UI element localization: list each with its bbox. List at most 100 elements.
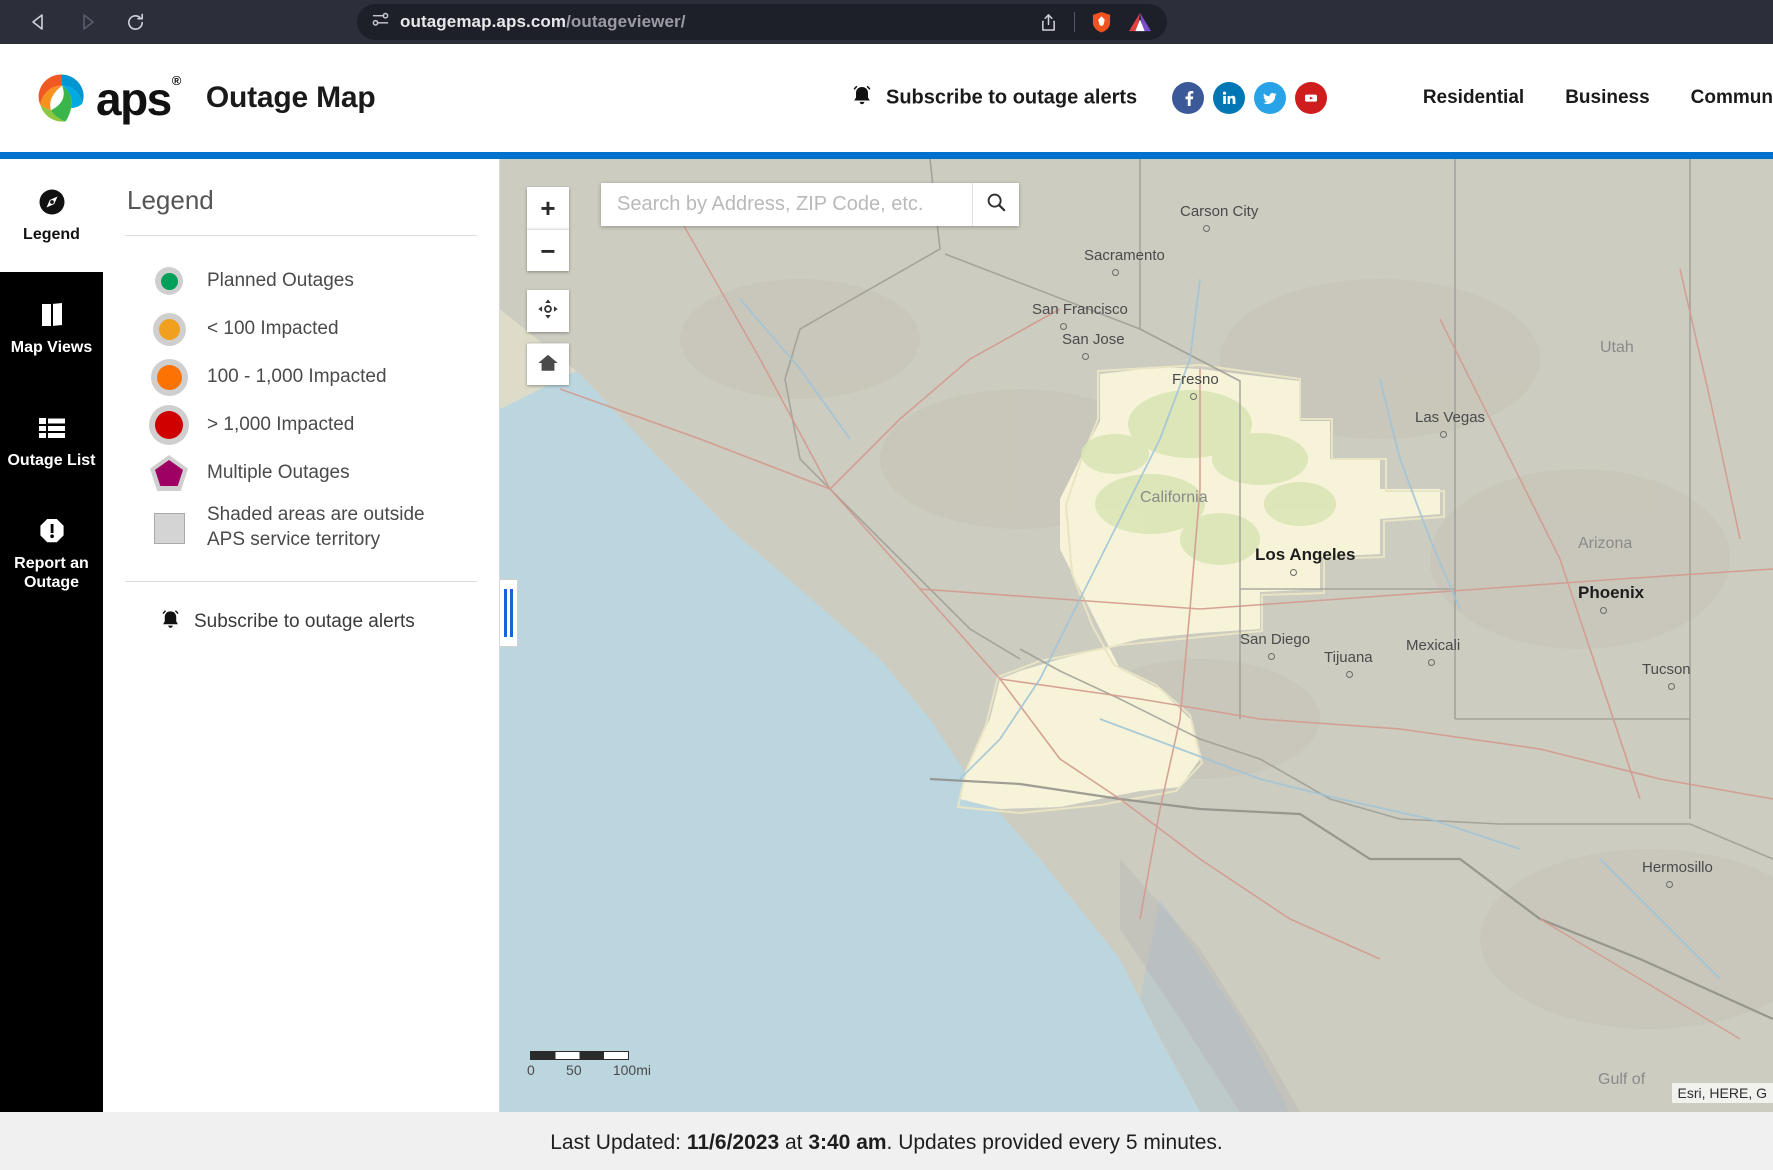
map-label: Arizona bbox=[1578, 535, 1633, 552]
legend-item-label: Shaded areas are outside APS service ter… bbox=[207, 504, 425, 550]
legend-item-label: 100 - 1,000 Impacted bbox=[207, 365, 387, 387]
legend-item-multiple-outages: Multiple Outages bbox=[103, 449, 499, 497]
map-label: Carson City bbox=[1180, 203, 1259, 220]
sidebar-item-label: Report an Outage bbox=[14, 555, 89, 591]
nav-community[interactable]: Commun bbox=[1691, 87, 1773, 109]
sidebar-filler bbox=[0, 611, 103, 1112]
site-settings-icon[interactable] bbox=[371, 10, 390, 34]
legend-title: Legend bbox=[127, 185, 214, 215]
map-label: Mexicali bbox=[1406, 637, 1461, 654]
map-label: Los Angeles bbox=[1255, 545, 1356, 564]
facebook-icon[interactable] bbox=[1172, 82, 1204, 114]
legend-item-label: > 1,000 Impacted bbox=[207, 413, 355, 435]
scalebar-mid: 50 bbox=[566, 1062, 582, 1078]
map-label: Fresno bbox=[1172, 371, 1219, 388]
aps-pinwheel-icon bbox=[33, 70, 89, 126]
sidebar-item-label: Outage List bbox=[7, 451, 96, 469]
city-dot bbox=[1346, 671, 1353, 678]
status-prefix: Last Updated: bbox=[550, 1131, 682, 1154]
share-icon[interactable] bbox=[1035, 9, 1061, 35]
legend-item-planned-outages: Planned Outages bbox=[103, 257, 499, 305]
nav-business[interactable]: Business bbox=[1565, 87, 1649, 109]
status-date: 11/6/2023 bbox=[686, 1131, 780, 1154]
sidebar-item-map-views[interactable]: Map Views bbox=[0, 272, 103, 385]
social-links bbox=[1172, 82, 1327, 114]
home-button[interactable] bbox=[527, 343, 569, 385]
zoom-controls: + − bbox=[527, 187, 569, 271]
map-label: Las Vegas bbox=[1415, 409, 1486, 426]
alert-octagon-icon bbox=[38, 516, 66, 546]
site-header: aps® Outage Map Subscribe to outage aler… bbox=[0, 44, 1773, 152]
map-viewport[interactable]: Utah Colorado California Arizona New Mex… bbox=[500, 159, 1773, 1112]
map-label: Hermosillo bbox=[1642, 859, 1713, 876]
legend-item-over-1000: > 1,000 Impacted bbox=[103, 401, 499, 449]
sidebar-rail: Legend Map Views Outage List Report an O… bbox=[0, 159, 103, 1112]
map-attribution: Esri, HERE, G bbox=[1671, 1083, 1773, 1103]
map-search[interactable] bbox=[601, 183, 1019, 226]
city-dot bbox=[1082, 353, 1089, 360]
legend-items: Planned Outages < 100 Impacted 100 - 1,0… bbox=[103, 236, 499, 559]
legend-item-label: < 100 Impacted bbox=[207, 317, 339, 339]
map-scalebar: 0 50 100mi bbox=[527, 1051, 651, 1078]
legend-item-shaded-areas: Shaded areas are outside APS service ter… bbox=[103, 497, 499, 559]
status-suffix: . Updates provided every 5 minutes. bbox=[886, 1131, 1223, 1154]
map-label: San Jose bbox=[1062, 331, 1125, 348]
map-label: Tijuana bbox=[1324, 649, 1373, 666]
youtube-icon[interactable] bbox=[1295, 82, 1327, 114]
panel-resize-handle[interactable] bbox=[500, 579, 518, 647]
zoom-in-button[interactable]: + bbox=[527, 187, 569, 229]
address-bar[interactable]: outagemap.aps.com/outageviewer/ bbox=[357, 4, 1167, 40]
map-icon bbox=[38, 300, 66, 330]
sidebar-item-report-an-outage[interactable]: Report an Outage bbox=[0, 498, 103, 611]
brave-shield-icon[interactable] bbox=[1088, 9, 1114, 35]
scalebar-min: 0 bbox=[527, 1062, 535, 1078]
map-label: Sacramento bbox=[1084, 247, 1165, 264]
legend-item-under-100: < 100 Impacted bbox=[103, 305, 499, 353]
locate-button[interactable] bbox=[527, 290, 569, 332]
back-arrow-icon[interactable] bbox=[26, 9, 52, 35]
legend-item-label: Planned Outages bbox=[207, 269, 354, 291]
over-1000-marker-icon bbox=[131, 405, 207, 445]
search-input[interactable] bbox=[601, 183, 972, 226]
browser-nav-buttons bbox=[26, 9, 148, 35]
subscribe-to-outage-alerts-button[interactable]: Subscribe to outage alerts bbox=[851, 84, 1137, 113]
subscribe-label: Subscribe to outage alerts bbox=[886, 86, 1138, 109]
city-dot bbox=[1440, 431, 1447, 438]
map-label: San Diego bbox=[1240, 631, 1311, 648]
nav-residential[interactable]: Residential bbox=[1423, 87, 1524, 109]
map-label: San Francisco bbox=[1032, 301, 1128, 318]
brave-logo-icon[interactable] bbox=[1127, 9, 1153, 35]
status-mid: at bbox=[784, 1131, 803, 1154]
legend-subscribe-label: Subscribe to outage alerts bbox=[194, 611, 415, 632]
city-dot bbox=[1203, 225, 1210, 232]
status-time: 3:40 am bbox=[808, 1131, 887, 1154]
bell-icon bbox=[851, 84, 873, 113]
locate-crosshair-icon bbox=[537, 298, 559, 324]
city-dot bbox=[1112, 269, 1119, 276]
city-dot bbox=[1290, 569, 1297, 576]
map-canvas bbox=[500, 159, 1773, 1112]
map-label: California bbox=[1140, 489, 1208, 506]
legend-item-label: Multiple Outages bbox=[207, 461, 350, 483]
scalebar-track bbox=[530, 1051, 629, 1060]
sidebar-item-legend[interactable]: Legend bbox=[0, 159, 103, 272]
twitter-icon[interactable] bbox=[1254, 82, 1286, 114]
sidebar-item-outage-list[interactable]: Outage List bbox=[0, 385, 103, 498]
sidebar-item-label: Map Views bbox=[10, 338, 93, 356]
reload-icon[interactable] bbox=[122, 9, 148, 35]
linkedin-icon[interactable] bbox=[1213, 82, 1245, 114]
legend-item-100-to-1000: 100 - 1,000 Impacted bbox=[103, 353, 499, 401]
search-submit-button[interactable] bbox=[972, 183, 1019, 226]
city-dot bbox=[1600, 607, 1607, 614]
aps-logo[interactable]: aps® bbox=[33, 70, 181, 126]
zoom-out-button[interactable]: − bbox=[527, 229, 569, 271]
status-bar: Last Updated: 11/6/2023 at 3:40 am. Upda… bbox=[0, 1112, 1773, 1170]
url-text: outagemap.aps.com/outageviewer/ bbox=[400, 12, 686, 31]
home-icon bbox=[537, 352, 559, 378]
city-dot bbox=[1190, 393, 1197, 400]
aps-wordmark: aps® bbox=[96, 72, 181, 125]
under-100-marker-icon bbox=[131, 312, 207, 346]
city-dot bbox=[1060, 323, 1067, 330]
legend-subscribe-button[interactable]: Subscribe to outage alerts bbox=[103, 582, 499, 636]
app-body: Legend Map Views Outage List Report an O… bbox=[0, 159, 1773, 1112]
